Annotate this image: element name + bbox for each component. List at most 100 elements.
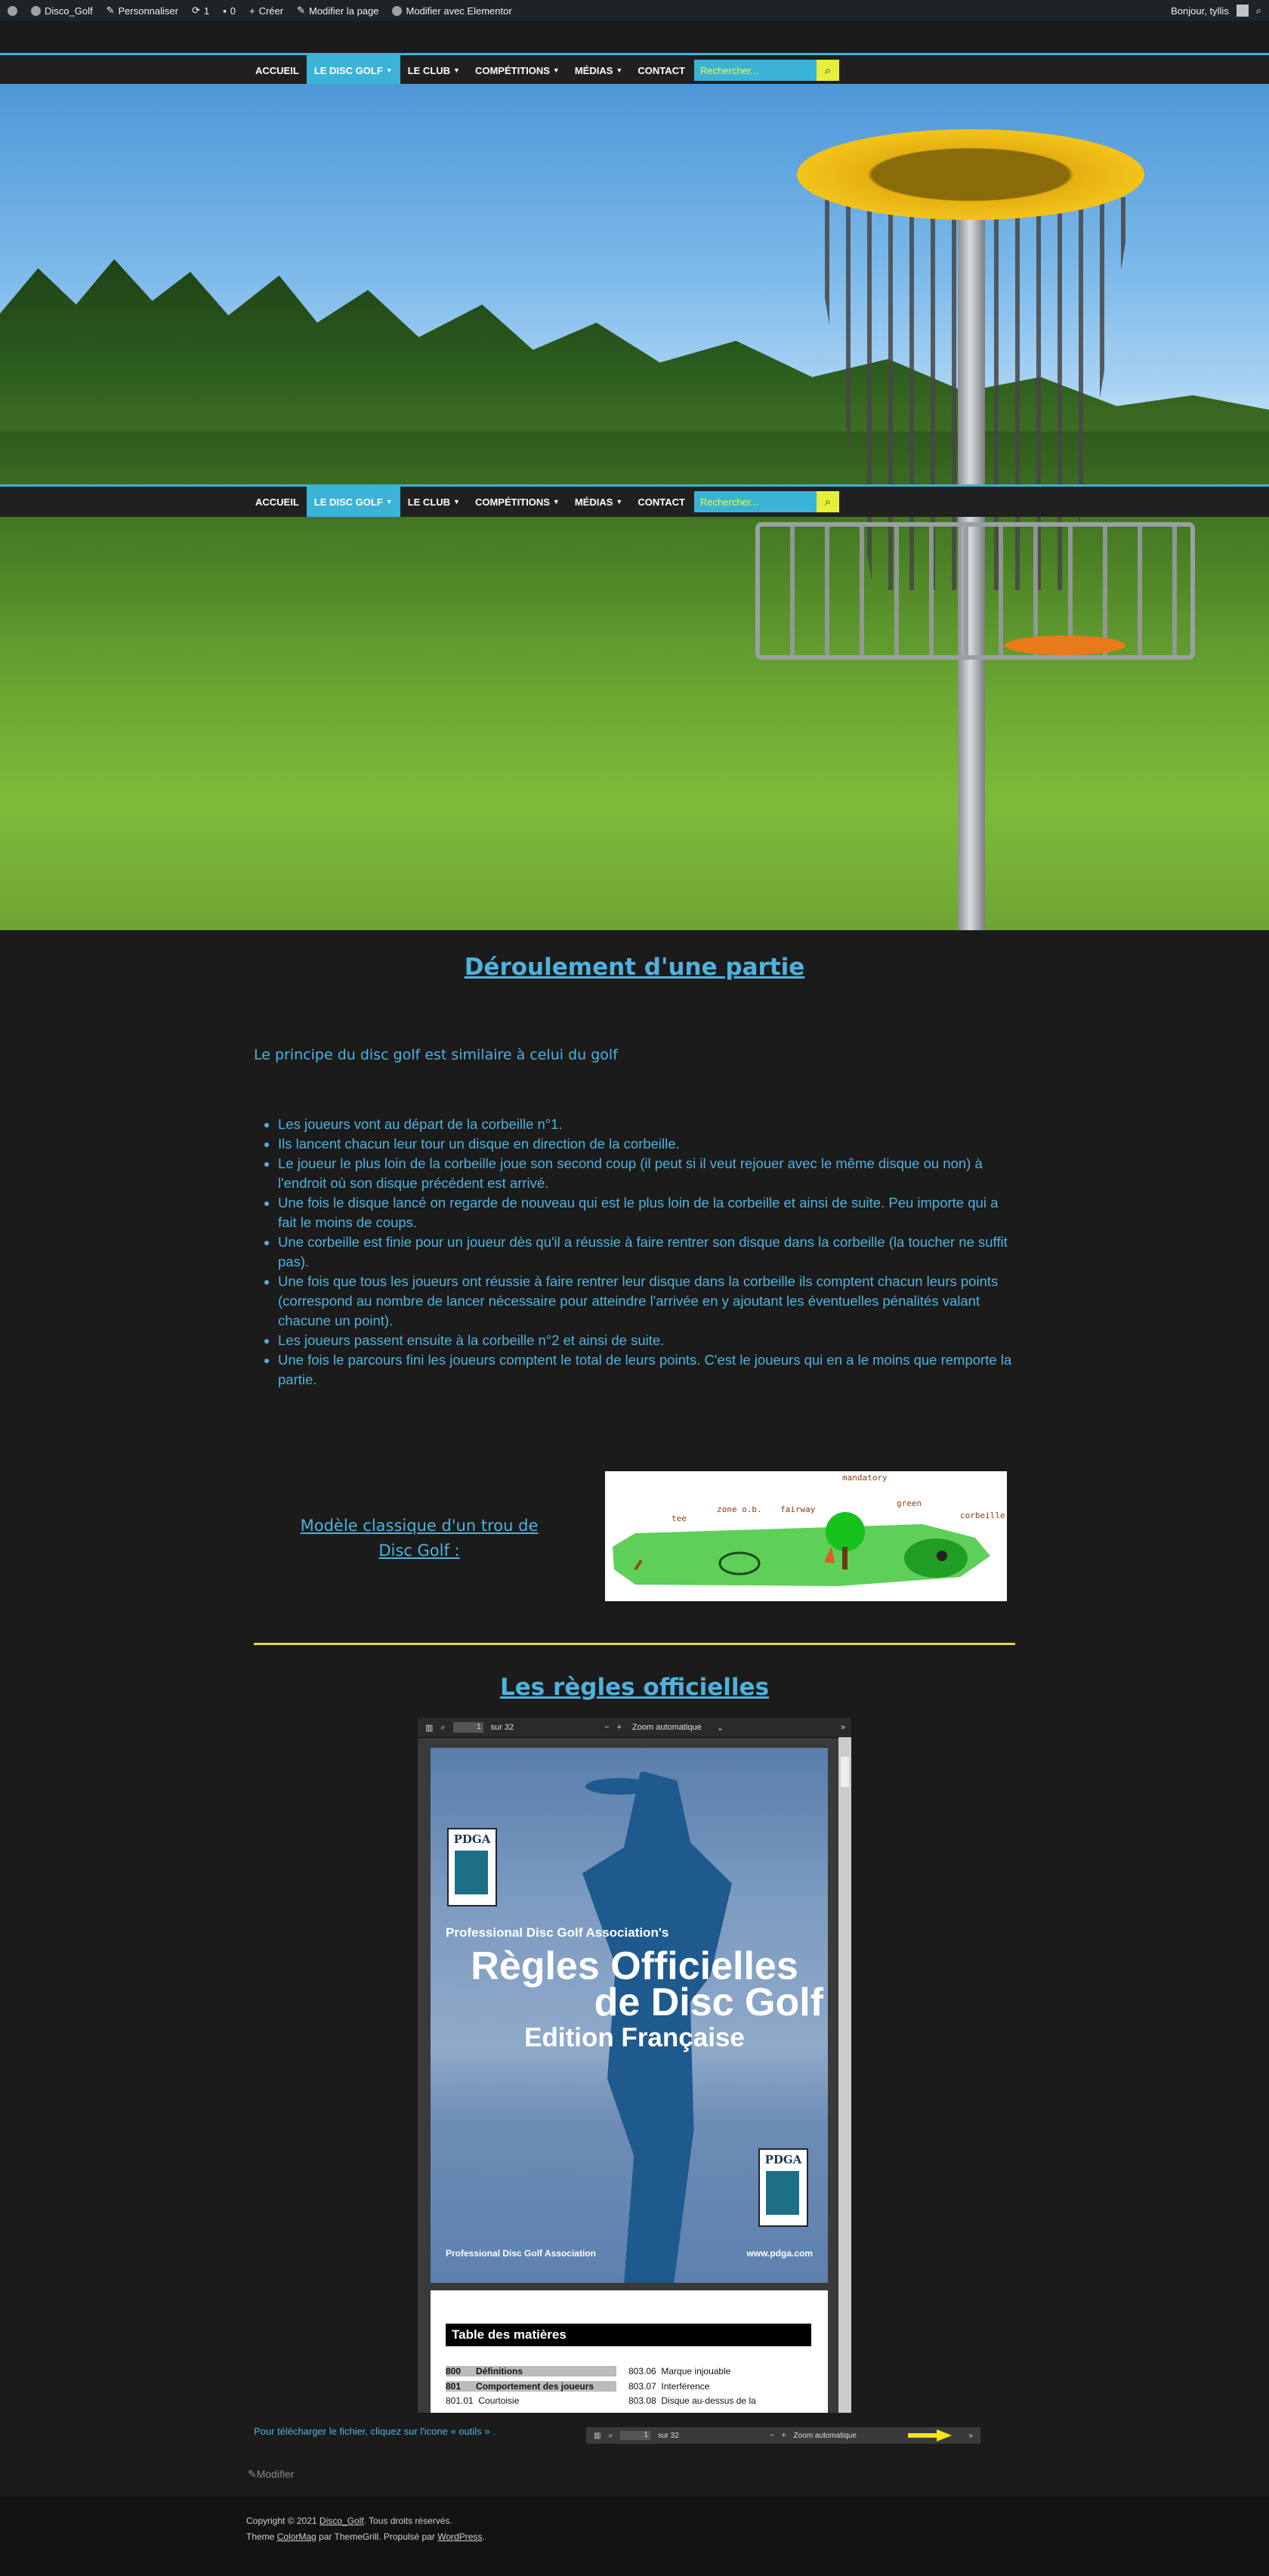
edit-link[interactable]: ✎Modifier: [248, 2468, 295, 2481]
toc-row: 801 Comportement des joueurs: [446, 2381, 616, 2392]
footer-theme-link[interactable]: ColorMag: [277, 2531, 316, 2542]
admin-comments[interactable]: ▪ 0: [223, 5, 236, 17]
admin-greeting[interactable]: Bonjour, tyllis: [1171, 5, 1229, 17]
cover-bottom-left: Professional Disc Golf Association: [446, 2248, 596, 2259]
nav-search: ⌕: [693, 491, 839, 512]
nav-item-competitions[interactable]: COMPÉTITIONS ▼: [468, 55, 567, 85]
admin-edit-page[interactable]: ✎ Modifier la page: [297, 5, 378, 17]
nav-search: ⌕: [693, 60, 839, 81]
footer-wordpress-link[interactable]: WordPress: [437, 2531, 482, 2542]
search-input[interactable]: [693, 491, 817, 512]
cover-line3: de Disc Golf: [594, 1981, 823, 2024]
page-title: Déroulement d'une partie: [464, 954, 805, 981]
diagram-label-fairway: fairway: [780, 1504, 816, 1514]
list-item: Ils lancent chacun leur tour un disque e…: [278, 1134, 1015, 1154]
brush-icon: ✎: [106, 5, 115, 16]
cover-bottom-right: www.pdga.com: [746, 2248, 813, 2259]
hero-basket-band: [797, 129, 1144, 220]
hole-model-caption[interactable]: Modèle classique d'un trou de Disc Golf …: [295, 1514, 544, 1563]
header-spacer: [0, 21, 1269, 53]
nav-item-le-club[interactable]: LE CLUB ▼: [400, 55, 468, 85]
elementor-icon: [392, 5, 403, 16]
diagram-label-corbeille: corbeille: [960, 1511, 1005, 1520]
cover-line4: Edition Française: [524, 2023, 745, 2052]
toc-title: Table des matières: [446, 2324, 811, 2346]
pdf-scrollbar[interactable]: [838, 1737, 851, 2413]
sticky-nav: ACCUEIL LE DISC GOLF ▼ LE CLUB ▼ COMPÉTITI…: [0, 484, 1269, 517]
tools-icon: »: [968, 2431, 973, 2440]
pdga-logo: PDGA: [758, 2148, 808, 2227]
list-item: Une fois le parcours fini les joueurs co…: [278, 1350, 1015, 1390]
page-total: sur 32: [490, 1723, 514, 1732]
search-icon: ⌕: [824, 495, 832, 509]
toc-row: 801.01 Courtoisie: [446, 2395, 520, 2406]
admin-site-name[interactable]: Disco_Golf: [31, 5, 93, 17]
list-item: Les joueurs passent ensuite à la corbeil…: [278, 1331, 1015, 1350]
diagram-label-zone: zone o.b.: [717, 1504, 762, 1514]
pdf-page-2: Table des matières 800 Définitions 801 C…: [431, 2290, 828, 2413]
rules-title: Les règles officielles: [499, 1674, 770, 1701]
list-item: Une fois le disque lancé on regarde de n…: [278, 1193, 1015, 1232]
hero-disc: [1005, 635, 1125, 655]
hole-diagram-svg: tee zone o.b. fairway mandatory green co…: [613, 1473, 1005, 1586]
pdf-viewer[interactable]: ▥ ⌕ 1 sur 32 − + Zoom automatique ⌄ » PD…: [418, 1718, 851, 2413]
admin-elementor[interactable]: Modifier avec Elementor: [392, 5, 512, 17]
search-input[interactable]: [693, 60, 817, 81]
intro-text: Le principe du disc golf est similaire à…: [254, 1047, 618, 1063]
search-icon[interactable]: ⌕: [1256, 5, 1261, 17]
search-icon: ⌕: [824, 63, 832, 77]
pdf-toolbar: ▥ ⌕ 1 sur 32 − + Zoom automatique ⌄ »: [418, 1718, 851, 1738]
pencil-icon: ✎: [297, 5, 305, 16]
sidebar-toggle-icon: ▥: [594, 2431, 601, 2440]
admin-updates[interactable]: ⟳ 1: [192, 5, 209, 17]
wordpress-logo-icon[interactable]: [8, 5, 17, 16]
list-item: Le joueur le plus loin de la corbeille j…: [278, 1154, 1015, 1193]
pdf-cover-page: PDGA PDGA Professional Disc Golf Associa…: [431, 1748, 828, 2283]
admin-new[interactable]: + Créer: [249, 5, 283, 17]
updates-icon: ⟳: [191, 5, 200, 16]
toc-row: 800 Définitions: [446, 2366, 616, 2377]
nav-item-le-club[interactable]: LE CLUB ▼: [400, 487, 468, 517]
steps-list: Les joueurs vont au départ de la corbeil…: [254, 1115, 1015, 1390]
diagram-label-tee: tee: [672, 1514, 687, 1523]
nav-item-accueil[interactable]: ACCUEIL: [248, 487, 307, 517]
chevron-down-icon: ▼: [616, 498, 623, 506]
search-button[interactable]: ⌕: [816, 60, 839, 81]
arrow-right-icon: [908, 2429, 952, 2441]
pdga-logo: PDGA: [447, 1828, 497, 1906]
nav-item-accueil[interactable]: ACCUEIL: [248, 55, 307, 85]
avatar[interactable]: [1236, 5, 1249, 17]
zoom-out-icon[interactable]: −: [604, 1723, 609, 1732]
nav-item-contact[interactable]: CONTACT: [630, 55, 693, 85]
nav-item-le-disc-golf[interactable]: LE DISC GOLF ▼: [306, 487, 400, 517]
search-icon[interactable]: ⌕: [440, 1723, 445, 1733]
comment-icon: ▪: [223, 5, 227, 17]
diagram-label-mandatory: mandatory: [842, 1473, 888, 1483]
sidebar-toggle-icon[interactable]: ▥: [425, 1723, 433, 1733]
edit-icon: ✎: [248, 2468, 257, 2480]
page-number-input[interactable]: 1: [452, 1722, 483, 1733]
plus-icon: +: [249, 5, 255, 17]
chevron-down-icon: ▼: [552, 66, 560, 74]
list-item: Les joueurs vont au départ de la corbeil…: [278, 1115, 1015, 1134]
hole-diagram: tee zone o.b. fairway mandatory green co…: [605, 1471, 1007, 1601]
site-footer: Copyright © 2021 Disco_Golf. Tous droits…: [0, 2497, 1269, 2576]
section-divider: [254, 1643, 1015, 1645]
zoom-in-icon: +: [781, 2431, 786, 2440]
chevron-down-icon: ▼: [453, 498, 460, 506]
toc-row: 803.06 Marque injouable: [628, 2366, 731, 2377]
tools-icon[interactable]: »: [841, 1723, 845, 1732]
nav-item-competitions[interactable]: COMPÉTITIONS ▼: [468, 487, 567, 517]
scrollbar-thumb[interactable]: [841, 1757, 849, 1787]
nav-item-contact[interactable]: CONTACT: [630, 487, 693, 517]
nav-item-medias[interactable]: MÉDIAS ▼: [567, 55, 630, 85]
cover-line1: Professional Disc Golf Association's: [446, 1925, 669, 1940]
nav-item-le-disc-golf[interactable]: LE DISC GOLF ▼: [306, 55, 400, 85]
zoom-in-icon[interactable]: +: [617, 1723, 622, 1732]
footer-site-link[interactable]: Disco_Golf: [320, 2516, 364, 2526]
search-button[interactable]: ⌕: [816, 491, 839, 512]
nav-item-medias[interactable]: MÉDIAS ▼: [567, 487, 630, 517]
zoom-select[interactable]: Zoom automatique: [632, 1723, 702, 1732]
admin-customize[interactable]: ✎ Personnaliser: [107, 5, 178, 17]
zoom-select: Zoom automatique: [793, 2431, 857, 2440]
